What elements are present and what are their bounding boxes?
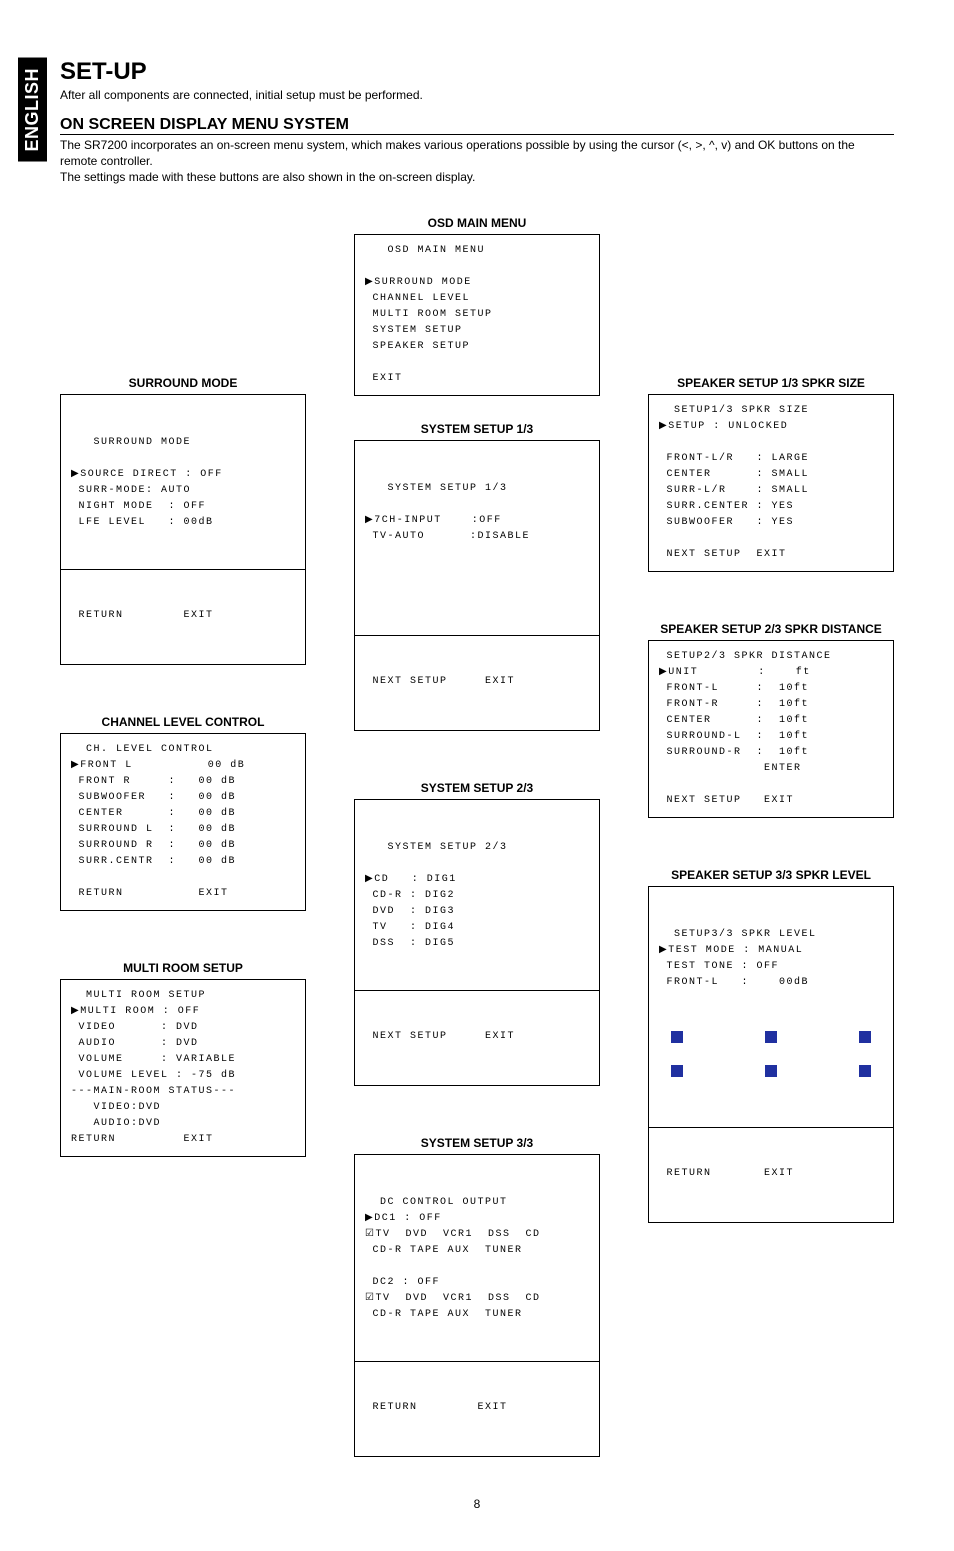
- surround-mode-label: SURROUND MODE: [60, 376, 306, 390]
- language-tab: ENGLISH: [18, 58, 47, 162]
- system-setup-3-panel: DC CONTROL OUTPUT ▶DC1 : OFF ☑TV DVD VCR…: [354, 1154, 600, 1457]
- speaker-square-icon: [671, 1065, 683, 1077]
- osd-footer: NEXT SETUP EXIT: [365, 674, 589, 690]
- divider: [61, 569, 305, 570]
- system-setup-1-panel: SYSTEM SETUP 1/3 ▶7CH-INPUT :OFF TV-AUTO…: [354, 440, 600, 731]
- system-setup-3-label: SYSTEM SETUP 3/3: [421, 1136, 533, 1150]
- speaker-setup-2-panel: SETUP2/3 SPKR DISTANCE ▶UNIT : ft FRONT-…: [648, 640, 894, 818]
- osd-main-menu-label: OSD MAIN MENU: [428, 216, 527, 230]
- speaker-square-icon: [859, 1065, 871, 1077]
- speaker-square-icon: [765, 1065, 777, 1077]
- multi-room-label: MULTI ROOM SETUP: [60, 961, 306, 975]
- osd-main-menu-panel: OSD MAIN MENU ▶SURROUND MODE CHANNEL LEV…: [354, 234, 600, 396]
- speaker-setup-3-label: SPEAKER SETUP 3/3 SPKR LEVEL: [648, 868, 894, 882]
- system-setup-2-label: SYSTEM SETUP 2/3: [421, 781, 533, 795]
- speaker-square-icon: [671, 1031, 683, 1043]
- speaker-setup-3-panel: SETUP3/3 SPKR LEVEL ▶TEST MODE : MANUAL …: [648, 886, 894, 1223]
- osd-text: SURROUND MODE ▶SOURCE DIRECT : OFF SURR-…: [71, 435, 295, 531]
- osd-footer: RETURN EXIT: [71, 608, 295, 624]
- osd-footer: NEXT SETUP EXIT: [365, 1029, 589, 1045]
- divider: [355, 1361, 599, 1362]
- osd-footer: RETURN EXIT: [659, 1166, 883, 1182]
- section-desc: The SR7200 incorporates an on-screen men…: [60, 137, 894, 186]
- section-heading: ON SCREEN DISPLAY MENU SYSTEM: [60, 116, 894, 135]
- speaker-square-icon: [765, 1031, 777, 1043]
- page-title: SET-UP: [60, 58, 894, 86]
- divider: [649, 1127, 893, 1128]
- osd-text: SYSTEM SETUP 2/3 ▶CD : DIG1 CD-R : DIG2 …: [365, 840, 589, 952]
- page-number: 8: [60, 1497, 894, 1511]
- speaker-square-icon: [859, 1031, 871, 1043]
- divider: [355, 990, 599, 991]
- channel-level-label: CHANNEL LEVEL CONTROL: [60, 715, 306, 729]
- channel-level-panel: CH. LEVEL CONTROL ▶FRONT L 00 dB FRONT R…: [60, 733, 306, 911]
- divider: [355, 635, 599, 636]
- speaker-level-graphic: [659, 1023, 883, 1089]
- speaker-setup-2-label: SPEAKER SETUP 2/3 SPKR DISTANCE: [648, 622, 894, 636]
- system-setup-2-panel: SYSTEM SETUP 2/3 ▶CD : DIG1 CD-R : DIG2 …: [354, 799, 600, 1086]
- speaker-setup-1-label: SPEAKER SETUP 1/3 SPKR SIZE: [648, 376, 894, 390]
- osd-text: SYSTEM SETUP 1/3 ▶7CH-INPUT :OFF TV-AUTO…: [365, 481, 589, 545]
- multi-room-panel: MULTI ROOM SETUP ▶MULTI ROOM : OFF VIDEO…: [60, 979, 306, 1157]
- surround-mode-panel: SURROUND MODE ▶SOURCE DIRECT : OFF SURR-…: [60, 394, 306, 665]
- desc-line-1: The SR7200 incorporates an on-screen men…: [60, 138, 855, 168]
- osd-text: SETUP3/3 SPKR LEVEL ▶TEST MODE : MANUAL …: [659, 927, 883, 991]
- osd-footer: RETURN EXIT: [365, 1400, 589, 1416]
- subtitle: After all components are connected, init…: [60, 88, 894, 102]
- speaker-setup-1-panel: SETUP1/3 SPKR SIZE ▶SETUP : UNLOCKED FRO…: [648, 394, 894, 572]
- desc-line-2: The settings made with these buttons are…: [60, 170, 475, 184]
- osd-text: DC CONTROL OUTPUT ▶DC1 : OFF ☑TV DVD VCR…: [365, 1195, 589, 1323]
- system-setup-1-label: SYSTEM SETUP 1/3: [421, 422, 533, 436]
